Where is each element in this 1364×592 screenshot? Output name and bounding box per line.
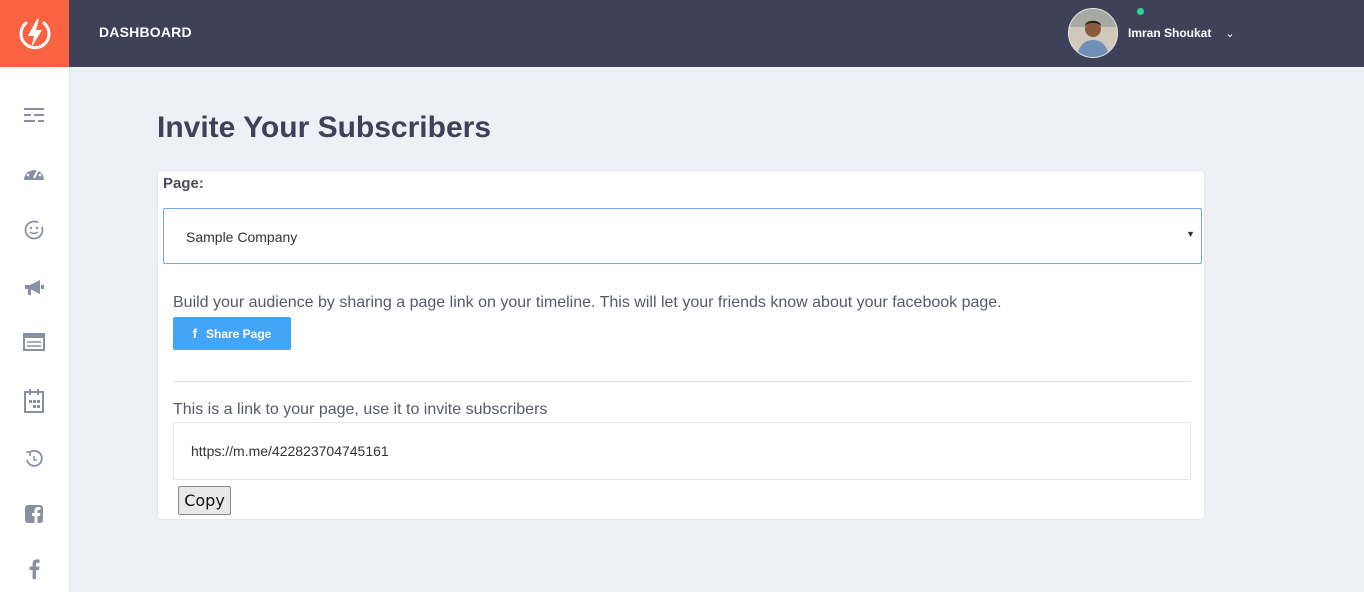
online-status-dot [1137, 8, 1144, 15]
menu-list-icon[interactable] [22, 103, 46, 127]
window-list-icon[interactable] [22, 330, 46, 354]
history-icon[interactable] [22, 447, 46, 471]
facebook-square-icon[interactable] [22, 502, 46, 526]
bolt-logo-icon [19, 18, 50, 49]
user-menu[interactable]: Imran Shoukat ⌄ [1068, 7, 1235, 59]
facebook-f-icon[interactable] [22, 557, 46, 581]
share-page-button[interactable]: f Share Page [173, 317, 291, 350]
page-select-value: Sample Company [186, 229, 298, 245]
link-label: This is a link to your page, use it to i… [173, 401, 548, 418]
logo[interactable] [0, 0, 69, 67]
avatar [1068, 8, 1118, 58]
page-select-label: Page: [163, 175, 204, 192]
dashboard-gauge-icon[interactable] [22, 161, 46, 185]
smiley-face-icon[interactable] [22, 218, 46, 242]
page-select[interactable]: Sample Company ▼ [163, 208, 1202, 264]
page-link-field[interactable] [173, 422, 1191, 480]
copy-button[interactable]: Copy [178, 486, 231, 515]
calendar-icon[interactable] [22, 389, 46, 413]
dashboard-link[interactable]: DASHBOARD [99, 24, 192, 40]
user-name: Imran Shoukat [1128, 26, 1212, 40]
caret-down-icon: ▼ [1186, 229, 1195, 239]
share-page-label: Share Page [205, 326, 272, 341]
sidebar [0, 67, 69, 592]
divider [173, 381, 1191, 382]
page-title: Invite Your Subscribers [157, 111, 491, 144]
chevron-down-icon: ⌄ [1225, 27, 1235, 40]
facebook-f-icon: f [192, 326, 197, 341]
invite-card: Page: Sample Company ▼ Build your audien… [157, 170, 1205, 520]
megaphone-icon[interactable] [22, 276, 46, 300]
share-description: Build your audience by sharing a page li… [173, 294, 1002, 311]
